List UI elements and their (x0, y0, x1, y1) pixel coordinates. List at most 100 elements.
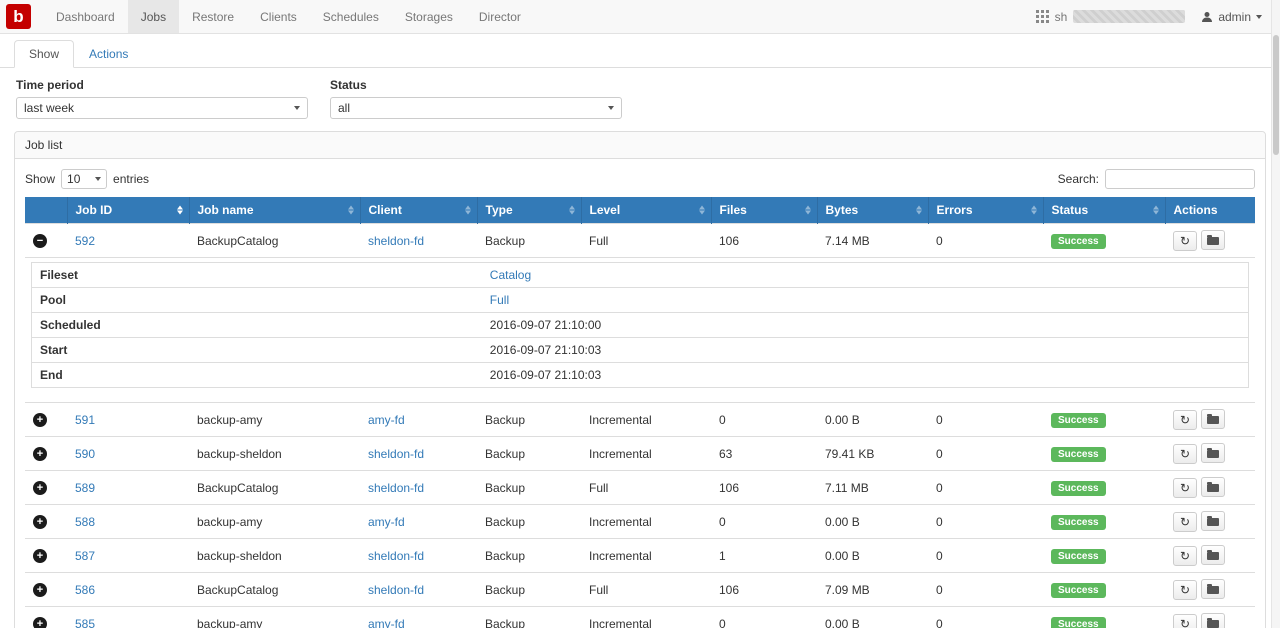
nav-item-dashboard[interactable]: Dashboard (43, 0, 128, 33)
job-id-link[interactable]: 589 (75, 481, 95, 495)
rerun-icon: ↻ (1180, 414, 1190, 426)
detail-value-link[interactable]: Full (490, 293, 509, 307)
status-filter: Status all (330, 78, 622, 119)
file-browser-button[interactable] (1201, 230, 1225, 250)
column-header-type[interactable]: Type (477, 197, 581, 224)
expand-row-icon[interactable]: + (33, 481, 47, 495)
table-row: +587backup-sheldonsheldon-fdBackupIncrem… (25, 539, 1255, 573)
bytes-cell: 0.00 B (817, 403, 928, 437)
file-browser-button[interactable] (1201, 579, 1225, 599)
filter-bar: Time period last week Status all (0, 68, 1280, 119)
nav-item-director[interactable]: Director (466, 0, 534, 33)
column-header-errors[interactable]: Errors (928, 197, 1043, 224)
client-link[interactable]: sheldon-fd (368, 447, 424, 461)
errors-cell: 0 (928, 573, 1043, 607)
page-size-select[interactable]: 10 (61, 169, 107, 189)
rerun-button[interactable]: ↻ (1173, 512, 1197, 532)
rerun-icon: ↻ (1180, 584, 1190, 596)
column-header-level[interactable]: Level (581, 197, 711, 224)
file-browser-button[interactable] (1201, 613, 1225, 628)
column-header-client[interactable]: Client (360, 197, 477, 224)
level-cell: Incremental (581, 505, 711, 539)
column-header-expand (25, 197, 67, 224)
rerun-button[interactable]: ↻ (1173, 478, 1197, 498)
expand-row-icon[interactable]: + (33, 549, 47, 563)
client-link[interactable]: sheldon-fd (368, 583, 424, 597)
column-header-job-id[interactable]: Job ID (67, 197, 189, 224)
job-id-link[interactable]: 585 (75, 617, 95, 628)
sort-down-arrow (569, 211, 575, 215)
file-browser-button[interactable] (1201, 443, 1225, 463)
user-menu[interactable]: admin (1201, 10, 1262, 24)
column-header-status[interactable]: Status (1043, 197, 1165, 224)
expand-row-icon[interactable]: + (33, 515, 47, 529)
expand-row-icon[interactable]: + (33, 447, 47, 461)
column-header-job-name[interactable]: Job name (189, 197, 360, 224)
tab-actions[interactable]: Actions (74, 40, 143, 68)
job-name-cell: BackupCatalog (189, 573, 360, 607)
column-label: Job name (198, 203, 254, 217)
nav-item-schedules[interactable]: Schedules (310, 0, 392, 33)
column-header-bytes[interactable]: Bytes (817, 197, 928, 224)
job-id-link[interactable]: 586 (75, 583, 95, 597)
rerun-button[interactable]: ↻ (1173, 546, 1197, 566)
time-period-select[interactable]: last week (16, 97, 308, 119)
nav-item-restore[interactable]: Restore (179, 0, 247, 33)
sort-down-arrow (1031, 211, 1037, 215)
client-link[interactable]: amy-fd (368, 617, 405, 628)
status-cell: Success (1043, 539, 1165, 573)
expand-cell: + (25, 573, 67, 607)
errors-cell: 0 (928, 224, 1043, 258)
file-browser-button[interactable] (1201, 409, 1225, 429)
client-link[interactable]: sheldon-fd (368, 549, 424, 563)
expand-row-icon[interactable]: + (33, 617, 47, 628)
scrollbar-track[interactable] (1271, 0, 1280, 628)
status-badge: Success (1051, 549, 1106, 564)
client-link[interactable]: sheldon-fd (368, 234, 424, 248)
collapse-row-icon[interactable]: − (33, 234, 47, 248)
file-browser-button[interactable] (1201, 477, 1225, 497)
rerun-button[interactable]: ↻ (1173, 614, 1197, 628)
job-id-link[interactable]: 592 (75, 234, 95, 248)
nav-item-clients[interactable]: Clients (247, 0, 310, 33)
nav-item-storages[interactable]: Storages (392, 0, 466, 33)
column-label: Type (486, 203, 513, 217)
detail-item: Scheduled2016-09-07 21:10:00 (32, 313, 1249, 338)
nav-item-jobs[interactable]: Jobs (128, 0, 179, 33)
job-id-link[interactable]: 588 (75, 515, 95, 529)
page-size-control: Show 10 entries (25, 169, 149, 189)
sort-down-arrow (699, 211, 705, 215)
status-select[interactable]: all (330, 97, 622, 119)
job-id-link[interactable]: 591 (75, 413, 95, 427)
detail-value-link[interactable]: Catalog (490, 268, 531, 282)
rerun-button[interactable]: ↻ (1173, 410, 1197, 430)
rerun-button[interactable]: ↻ (1173, 444, 1197, 464)
job-id-link[interactable]: 590 (75, 447, 95, 461)
client-link[interactable]: amy-fd (368, 515, 405, 529)
expand-cell: − (25, 224, 67, 258)
tab-show[interactable]: Show (14, 40, 74, 68)
client-link[interactable]: sheldon-fd (368, 481, 424, 495)
level-cell: Incremental (581, 607, 711, 628)
sort-icon (1153, 206, 1159, 215)
rerun-button[interactable]: ↻ (1173, 231, 1197, 251)
job-id-link[interactable]: 587 (75, 549, 95, 563)
status-label: Status (330, 78, 622, 92)
table-row: +591backup-amyamy-fdBackupIncremental00.… (25, 403, 1255, 437)
expand-row-icon[interactable]: + (33, 583, 47, 597)
app-logo[interactable]: b (0, 0, 43, 33)
detail-label: Pool (32, 288, 482, 313)
folder-icon (1207, 620, 1219, 628)
client-link[interactable]: amy-fd (368, 413, 405, 427)
rerun-button[interactable]: ↻ (1173, 580, 1197, 600)
file-browser-button[interactable] (1201, 545, 1225, 565)
folder-icon (1207, 450, 1219, 458)
column-label: Files (720, 203, 747, 217)
column-header-files[interactable]: Files (711, 197, 817, 224)
expand-row-icon[interactable]: + (33, 413, 47, 427)
file-browser-button[interactable] (1201, 511, 1225, 531)
search-input[interactable] (1105, 169, 1255, 189)
scrollbar-thumb[interactable] (1273, 35, 1279, 155)
rerun-icon: ↻ (1180, 550, 1190, 562)
column-label: Errors (937, 203, 973, 217)
